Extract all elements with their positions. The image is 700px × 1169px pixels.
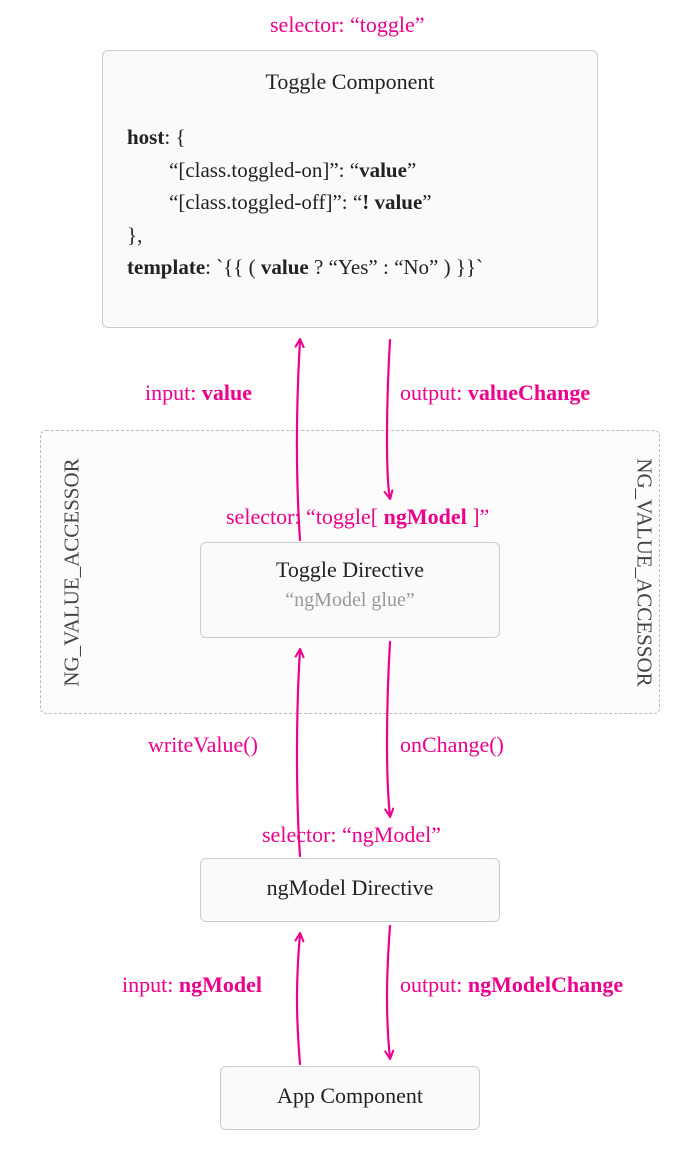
toggle-component-title: Toggle Component bbox=[103, 69, 597, 95]
toggle-directive-box: Toggle Directive “ngModel glue” bbox=[200, 542, 500, 638]
selector-ngmodel-label: selector: “ngModel” bbox=[262, 822, 441, 848]
ng-value-accessor-right-label: NG_VALUE_ACCESSOR bbox=[632, 458, 657, 686]
ngmodel-directive-title: ngModel Directive bbox=[201, 875, 499, 901]
app-component-box: App Component bbox=[220, 1066, 480, 1130]
toggle-component-box: Toggle Component host: { “[class.toggled… bbox=[102, 50, 598, 328]
output-value-change-label: output: valueChange bbox=[400, 380, 590, 406]
app-component-title: App Component bbox=[221, 1083, 479, 1109]
input-ngmodel-label: input: ngModel bbox=[122, 972, 262, 998]
on-change-label: onChange() bbox=[400, 732, 504, 758]
toggle-directive-title: Toggle Directive bbox=[201, 557, 499, 583]
ngmodel-directive-box: ngModel Directive bbox=[200, 858, 500, 922]
write-value-label: writeValue() bbox=[148, 732, 258, 758]
toggle-directive-subtitle: “ngModel glue” bbox=[201, 589, 499, 612]
selector-toggle-label: selector: “toggle” bbox=[270, 12, 425, 38]
ng-value-accessor-left-label: NG_VALUE_ACCESSOR bbox=[60, 458, 85, 686]
output-ngmodel-change-label: output: ngModelChange bbox=[400, 972, 623, 998]
selector-toggle-ngmodel-label: selector: “toggle[ ngModel ]” bbox=[226, 504, 489, 530]
toggle-component-code: host: { “[class.toggled-on]”: “value” “[… bbox=[103, 121, 597, 284]
input-value-label: input: value bbox=[145, 380, 252, 406]
